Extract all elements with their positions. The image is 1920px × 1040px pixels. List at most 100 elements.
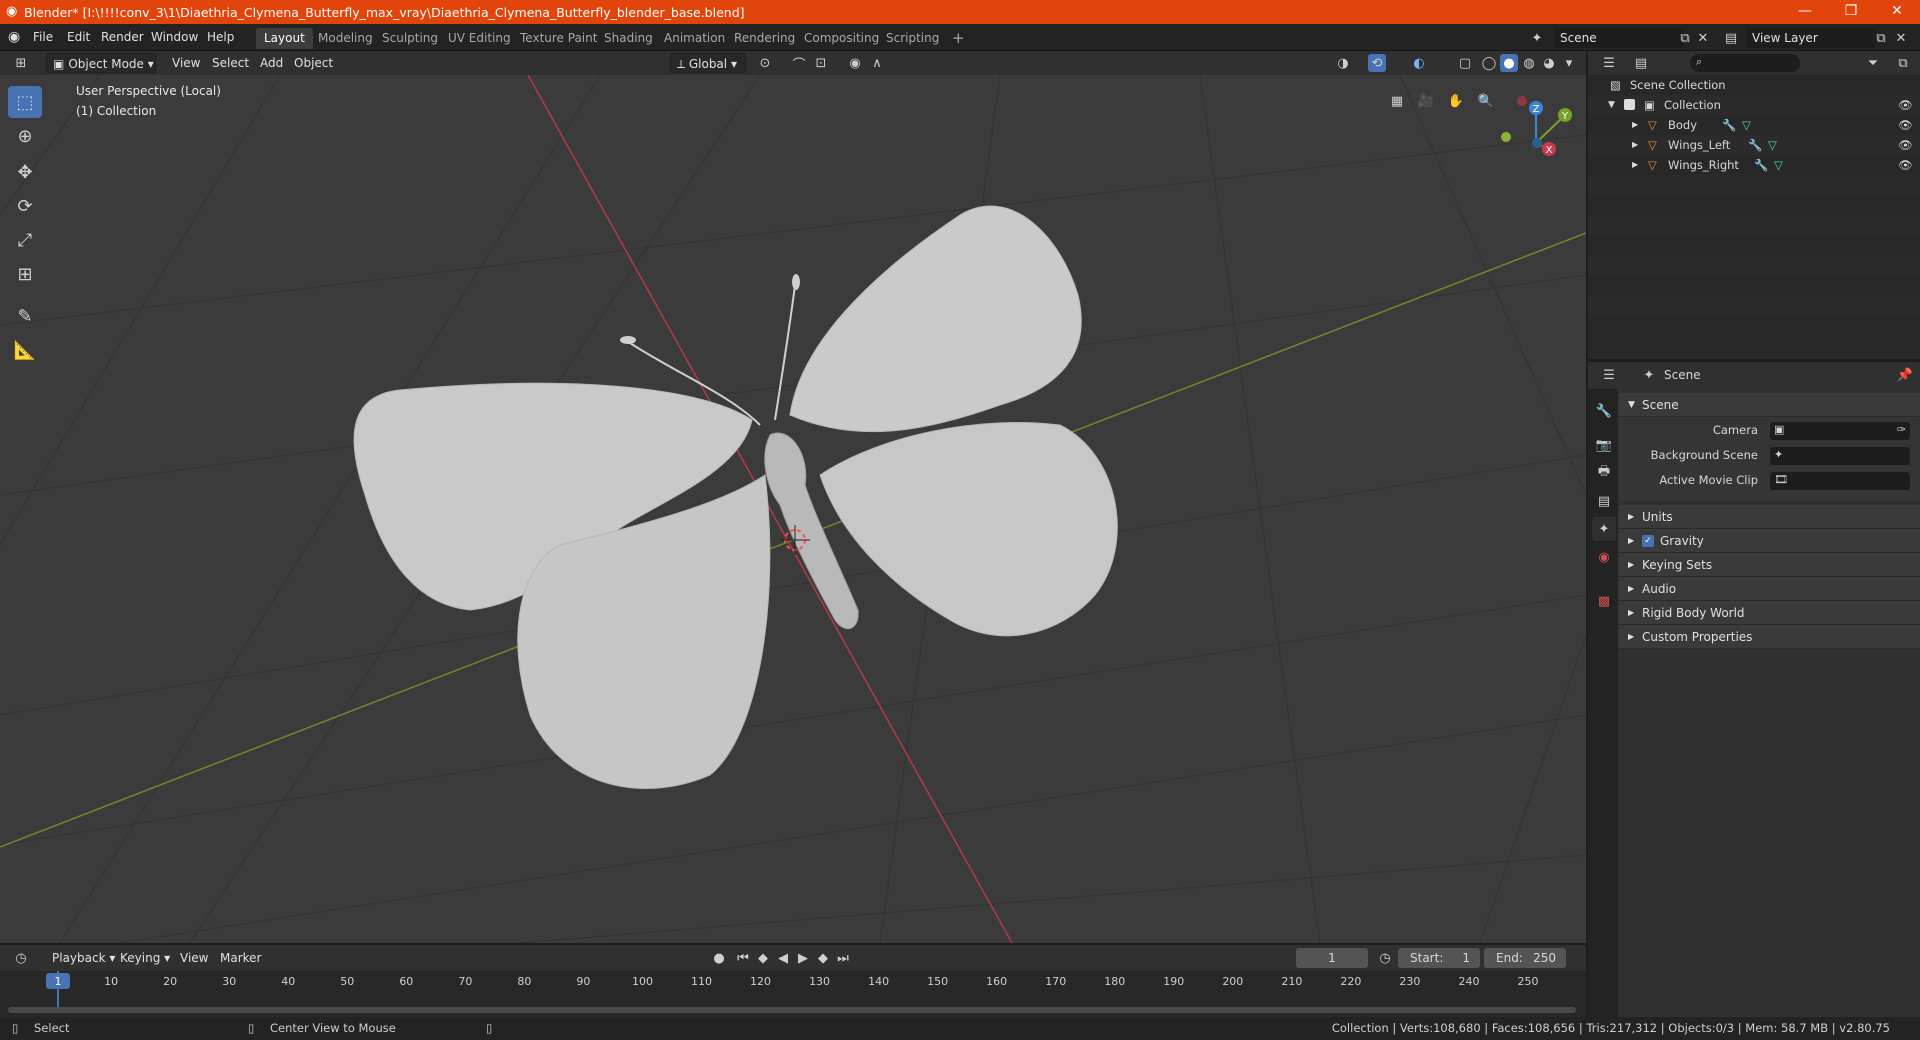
eye-icon[interactable]: 👁 bbox=[1898, 135, 1913, 155]
record-icon[interactable]: ● bbox=[710, 949, 728, 967]
snap-target-icon[interactable]: ⊡ bbox=[812, 54, 830, 72]
menu-file[interactable]: File bbox=[28, 28, 58, 47]
background-scene-field[interactable]: ✦ bbox=[1770, 447, 1910, 465]
menu-render[interactable]: Render bbox=[96, 28, 149, 47]
timeline-menu-keying[interactable]: Keying ▾ bbox=[114, 948, 176, 968]
solid-shading-icon[interactable]: ● bbox=[1500, 54, 1518, 72]
restore-button[interactable]: ❐ bbox=[1828, 0, 1874, 24]
move-tool-icon[interactable]: ✥ bbox=[8, 156, 42, 188]
outliner-row-scene-collection[interactable]: ▧ Scene Collection bbox=[1588, 75, 1920, 95]
camera-view-icon[interactable]: 🎥 bbox=[1414, 89, 1438, 113]
viewport-menu-view[interactable]: View bbox=[166, 53, 206, 73]
material-shading-icon[interactable]: ◍ bbox=[1520, 54, 1538, 72]
measure-tool-icon[interactable]: 📐 bbox=[8, 334, 42, 366]
tab-texture-paint[interactable]: Texture Paint bbox=[512, 28, 605, 49]
active-movie-clip-field[interactable]: 🎞 bbox=[1770, 472, 1910, 490]
outliner-editor-type-icon[interactable]: ☰ bbox=[1600, 54, 1618, 72]
tab-rendering[interactable]: Rendering bbox=[726, 28, 803, 49]
world-tab-icon[interactable]: ◉ bbox=[1592, 545, 1616, 569]
tab-animation[interactable]: Animation bbox=[656, 28, 733, 49]
jump-start-icon[interactable]: ⏮ bbox=[734, 949, 752, 967]
custom-properties-panel-header[interactable]: ▶ Custom Properties bbox=[1618, 625, 1920, 649]
prev-keyframe-icon[interactable]: ◆ bbox=[754, 949, 772, 967]
select-box-tool-icon[interactable]: ⬚ bbox=[8, 86, 42, 118]
neg-z-axis-handle[interactable] bbox=[1532, 138, 1542, 148]
jump-end-icon[interactable]: ⏭ bbox=[834, 949, 852, 967]
shading-options-icon[interactable]: ▾ bbox=[1560, 54, 1578, 72]
tab-modeling[interactable]: Modeling bbox=[310, 28, 381, 49]
texture-tab-icon[interactable]: ▩ bbox=[1592, 589, 1616, 613]
play-icon[interactable]: ▶ bbox=[794, 949, 812, 967]
gizmo-toggle-icon[interactable]: ⟲ bbox=[1368, 54, 1386, 72]
menu-help[interactable]: Help bbox=[202, 28, 239, 47]
xray-icon[interactable]: ▢ bbox=[1456, 54, 1474, 72]
scene-panel-header[interactable]: ▼ Scene bbox=[1618, 393, 1920, 417]
editor-type-icon[interactable]: ⊞ bbox=[12, 54, 30, 72]
remove-scene-icon[interactable]: ✕ bbox=[1694, 29, 1712, 47]
pin-icon[interactable]: 📌 bbox=[1896, 366, 1914, 384]
outliner-row-collection[interactable]: ▼ ▣ Collection 👁 bbox=[1588, 95, 1920, 115]
visibility-icon[interactable]: ◑ bbox=[1334, 54, 1352, 72]
tab-shading[interactable]: Shading bbox=[596, 28, 661, 49]
outliner-row-wings-right[interactable]: ▶ ▽ Wings_Right 🔧 ▽ 👁 bbox=[1588, 155, 1920, 175]
properties-editor-type-icon[interactable]: ☰ bbox=[1600, 366, 1618, 384]
render-tab-icon[interactable]: 📷 bbox=[1592, 433, 1616, 457]
proportional-editing-icon[interactable]: ◉ bbox=[846, 54, 864, 72]
outliner-search-input[interactable]: ⌕ bbox=[1690, 54, 1800, 72]
preview-range-icon[interactable]: ◷ bbox=[1376, 949, 1394, 967]
tab-uv-editing[interactable]: UV Editing bbox=[440, 28, 519, 49]
current-frame-field[interactable]: 1 bbox=[1296, 948, 1368, 968]
keying-sets-panel-header[interactable]: ▶ Keying Sets bbox=[1618, 553, 1920, 577]
pivot-point-icon[interactable]: ⊙ bbox=[756, 54, 774, 72]
view-layer-selector[interactable]: View Layer bbox=[1746, 28, 1876, 48]
annotate-tool-icon[interactable]: ✎ bbox=[8, 300, 42, 332]
expand-arrow-icon[interactable]: ▶ bbox=[1632, 135, 1638, 155]
audio-panel-header[interactable]: ▶ Audio bbox=[1618, 577, 1920, 601]
end-frame-field[interactable]: End: 250 bbox=[1484, 948, 1566, 968]
neg-x-axis-handle[interactable] bbox=[1517, 96, 1527, 106]
outliner-row-body[interactable]: ▶ ▽ Body 🔧 ▽ 👁 bbox=[1588, 115, 1920, 135]
toggle-camera-grid-icon[interactable]: ▦ bbox=[1385, 89, 1409, 113]
viewport-menu-add[interactable]: Add bbox=[254, 53, 289, 73]
expand-arrow-icon[interactable]: ▶ bbox=[1632, 155, 1638, 175]
rigid-body-world-panel-header[interactable]: ▶ Rigid Body World bbox=[1618, 601, 1920, 625]
rotate-tool-icon[interactable]: ⟳ bbox=[8, 190, 42, 222]
gravity-panel-header[interactable]: ▶ ✓ Gravity bbox=[1618, 529, 1920, 553]
transform-tool-icon[interactable]: ⊞ bbox=[8, 258, 42, 290]
filter-icon[interactable]: ⏷ bbox=[1864, 54, 1882, 72]
timeline-editor-type-icon[interactable]: ◷ bbox=[12, 949, 30, 967]
minimize-button[interactable]: — bbox=[1782, 0, 1828, 24]
tab-scripting[interactable]: Scripting bbox=[878, 28, 947, 49]
new-scene-icon[interactable]: ⧉ bbox=[1676, 29, 1694, 47]
3d-viewport[interactable]: Z Y X User Perspective (Local) (1) Colle… bbox=[0, 75, 1586, 943]
pan-hand-icon[interactable]: ✋ bbox=[1444, 89, 1468, 113]
eye-icon[interactable]: 👁 bbox=[1898, 115, 1913, 135]
tab-sculpting[interactable]: Sculpting bbox=[374, 28, 446, 49]
remove-view-layer-icon[interactable]: ✕ bbox=[1892, 29, 1910, 47]
transform-orientation-dropdown[interactable]: ⟂ Global ▾ bbox=[670, 53, 746, 73]
zoom-icon[interactable]: 🔍 bbox=[1474, 89, 1498, 113]
tab-layout[interactable]: Layout bbox=[256, 28, 313, 49]
gravity-checkbox[interactable]: ✓ bbox=[1642, 535, 1654, 547]
timeline-scrollbar[interactable] bbox=[8, 1007, 1576, 1013]
outliner-row-wings-left[interactable]: ▶ ▽ Wings_Left 🔧 ▽ 👁 bbox=[1588, 135, 1920, 155]
cursor-tool-icon[interactable]: ⊕ bbox=[8, 120, 42, 152]
start-frame-field[interactable]: Start: 1 bbox=[1398, 948, 1480, 968]
falloff-icon[interactable]: ∧ bbox=[868, 54, 886, 72]
tool-tab-icon[interactable]: 🔧 bbox=[1592, 399, 1616, 423]
snap-icon[interactable]: ⌒ bbox=[790, 54, 808, 73]
play-reverse-icon[interactable]: ◀ bbox=[774, 949, 792, 967]
menu-edit[interactable]: Edit bbox=[62, 28, 95, 47]
collapse-arrow-icon[interactable]: ▼ bbox=[1608, 95, 1615, 115]
viewport-menu-select[interactable]: Select bbox=[206, 53, 255, 73]
next-keyframe-icon[interactable]: ◆ bbox=[814, 949, 832, 967]
eyedropper-icon[interactable]: ✑ bbox=[1897, 423, 1906, 436]
tab-compositing[interactable]: Compositing bbox=[796, 28, 887, 49]
add-workspace-icon[interactable]: + bbox=[944, 28, 973, 49]
rendered-shading-icon[interactable]: ◕ bbox=[1540, 54, 1558, 72]
overlays-icon[interactable]: ◐ bbox=[1410, 54, 1428, 72]
scene-tab-icon[interactable]: ✦ bbox=[1592, 517, 1616, 541]
timeline-menu-playback[interactable]: Playback ▾ bbox=[46, 948, 121, 968]
display-mode-icon[interactable]: ▤ bbox=[1632, 54, 1650, 72]
timeline-menu-view[interactable]: View bbox=[174, 948, 214, 968]
